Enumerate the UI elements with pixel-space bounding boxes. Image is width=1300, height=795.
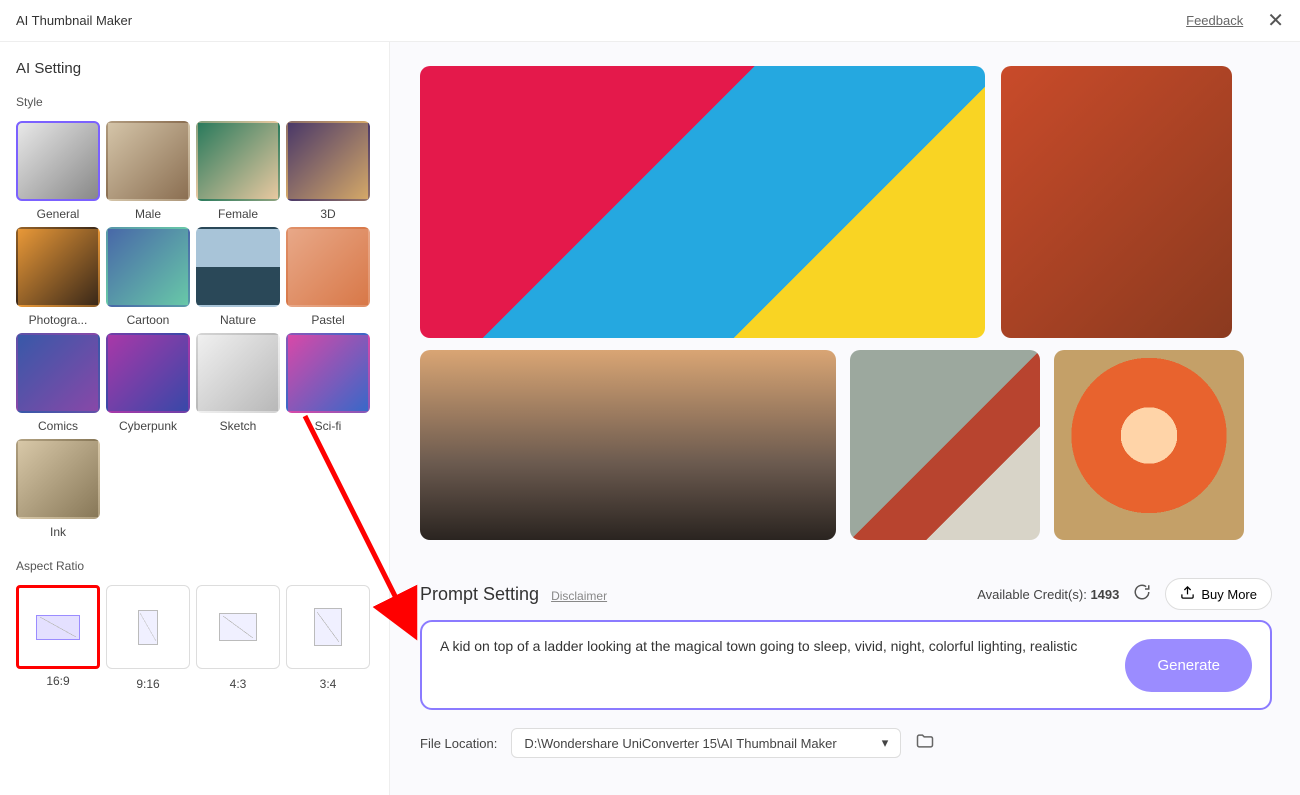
style-thumb-scifi bbox=[286, 333, 370, 413]
style-thumb-ink bbox=[16, 439, 100, 519]
main-panel: Prompt Setting Disclaimer Available Cred… bbox=[390, 42, 1300, 795]
file-location-path: D:\Wondershare UniConverter 15\AI Thumbn… bbox=[524, 736, 836, 751]
style-thumb-comics bbox=[16, 333, 100, 413]
style-male[interactable]: Male bbox=[106, 121, 190, 221]
ratio-3-4[interactable]: 3:4 bbox=[286, 585, 370, 691]
style-thumb-male bbox=[106, 121, 190, 201]
style-grid: General Male Female 3D Photogra... Carto… bbox=[16, 121, 373, 539]
prompt-input-container: Generate bbox=[420, 620, 1272, 710]
style-nature[interactable]: Nature bbox=[196, 227, 280, 327]
style-sketch[interactable]: Sketch bbox=[196, 333, 280, 433]
style-section-label: Style bbox=[16, 95, 373, 109]
disclaimer-link[interactable]: Disclaimer bbox=[551, 589, 607, 603]
style-thumb-sketch bbox=[196, 333, 280, 413]
style-label: Comics bbox=[38, 419, 78, 433]
prompt-textarea[interactable] bbox=[440, 636, 1105, 694]
preview-gallery bbox=[420, 66, 1272, 540]
ratio-label: 3:4 bbox=[320, 677, 337, 691]
style-scifi[interactable]: Sci-fi bbox=[286, 333, 370, 433]
preview-image-4[interactable] bbox=[850, 350, 1040, 540]
buy-more-label: Buy More bbox=[1201, 587, 1257, 602]
upload-icon bbox=[1180, 585, 1195, 603]
style-label: General bbox=[37, 207, 80, 221]
preview-image-3[interactable] bbox=[420, 350, 836, 540]
preview-image-2[interactable] bbox=[1001, 66, 1232, 338]
style-cartoon[interactable]: Cartoon bbox=[106, 227, 190, 327]
aspect-ratio-grid: 16:9 9:16 4:3 3:4 bbox=[16, 585, 373, 691]
style-label: Pastel bbox=[311, 313, 344, 327]
ratio-label: 4:3 bbox=[230, 677, 247, 691]
credits-value: 1493 bbox=[1090, 587, 1119, 602]
generate-button[interactable]: Generate bbox=[1125, 639, 1252, 692]
credits-display: Available Credit(s): 1493 bbox=[977, 587, 1119, 602]
prompt-setting-title: Prompt Setting bbox=[420, 584, 539, 605]
sidebar: AI Setting Style General Male Female 3D … bbox=[0, 42, 390, 795]
style-3d[interactable]: 3D bbox=[286, 121, 370, 221]
ratio-9-16[interactable]: 9:16 bbox=[106, 585, 190, 691]
app-title: AI Thumbnail Maker bbox=[16, 13, 132, 28]
buy-more-button[interactable]: Buy More bbox=[1165, 578, 1272, 610]
prompt-section: Prompt Setting Disclaimer Available Cred… bbox=[420, 578, 1272, 710]
style-ink[interactable]: Ink bbox=[16, 439, 100, 539]
feedback-link[interactable]: Feedback bbox=[1186, 13, 1243, 28]
folder-icon[interactable] bbox=[915, 731, 935, 756]
style-label: 3D bbox=[320, 207, 335, 221]
style-thumb-nature bbox=[196, 227, 280, 307]
style-female[interactable]: Female bbox=[196, 121, 280, 221]
style-thumb-general bbox=[16, 121, 100, 201]
preview-image-1[interactable] bbox=[420, 66, 985, 338]
ratio-4-3[interactable]: 4:3 bbox=[196, 585, 280, 691]
style-thumb-pastel bbox=[286, 227, 370, 307]
style-label: Sci-fi bbox=[315, 419, 342, 433]
refresh-icon[interactable] bbox=[1133, 583, 1151, 606]
titlebar: AI Thumbnail Maker Feedback ✕ bbox=[0, 0, 1300, 42]
close-icon[interactable]: ✕ bbox=[1267, 8, 1284, 33]
credits-label: Available Credit(s): bbox=[977, 587, 1090, 602]
style-general[interactable]: General bbox=[16, 121, 100, 221]
style-label: Nature bbox=[220, 313, 256, 327]
titlebar-controls: Feedback ✕ bbox=[1186, 8, 1284, 33]
file-location-label: File Location: bbox=[420, 736, 497, 751]
style-label: Cyberpunk bbox=[119, 419, 177, 433]
style-label: Female bbox=[218, 207, 258, 221]
style-comics[interactable]: Comics bbox=[16, 333, 100, 433]
file-location-row: File Location: D:\Wondershare UniConvert… bbox=[420, 728, 1272, 758]
ratio-label: 9:16 bbox=[136, 677, 159, 691]
style-photography[interactable]: Photogra... bbox=[16, 227, 100, 327]
aspect-ratio-label: Aspect Ratio bbox=[16, 559, 373, 573]
style-thumb-cartoon bbox=[106, 227, 190, 307]
style-thumb-cyberpunk bbox=[106, 333, 190, 413]
style-pastel[interactable]: Pastel bbox=[286, 227, 370, 327]
style-label: Sketch bbox=[220, 419, 257, 433]
style-thumb-photography bbox=[16, 227, 100, 307]
style-label: Photogra... bbox=[29, 313, 88, 327]
style-thumb-3d bbox=[286, 121, 370, 201]
preview-image-5[interactable] bbox=[1054, 350, 1244, 540]
file-location-select[interactable]: D:\Wondershare UniConverter 15\AI Thumbn… bbox=[511, 728, 901, 758]
sidebar-heading: AI Setting bbox=[16, 60, 373, 77]
chevron-down-icon: ▾ bbox=[882, 735, 889, 751]
style-label: Male bbox=[135, 207, 161, 221]
ratio-label: 16:9 bbox=[46, 674, 69, 688]
style-cyberpunk[interactable]: Cyberpunk bbox=[106, 333, 190, 433]
ratio-16-9[interactable]: 16:9 bbox=[16, 585, 100, 691]
style-label: Cartoon bbox=[127, 313, 170, 327]
style-thumb-female bbox=[196, 121, 280, 201]
style-label: Ink bbox=[50, 525, 66, 539]
